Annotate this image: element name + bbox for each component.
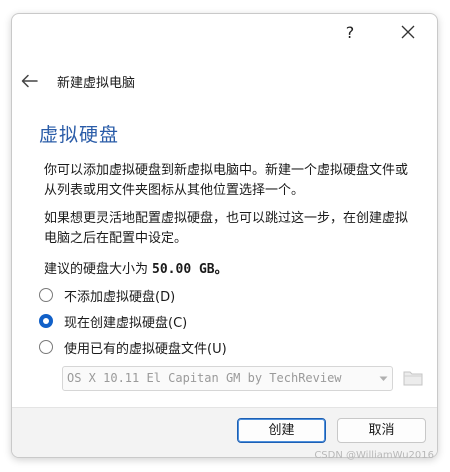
existing-disk-value: OS X 10.11 El Capitan GM by TechReview <box>67 371 342 385</box>
option-label: 不添加虚拟硬盘(D) <box>64 290 176 305</box>
suggested-size-value: 50.00 GB。 <box>152 262 228 277</box>
hint-text: 如果想更灵活地配置虚拟硬盘，也可以跳过这一步，在创建虚拟电脑之后在配置中设定。 <box>44 211 409 246</box>
wizard-title: 新建虚拟电脑 <box>57 76 136 91</box>
arrow-left-icon <box>21 74 38 88</box>
close-icon <box>401 25 415 39</box>
watermark: CSDN @WilliamWu2016 <box>314 450 434 461</box>
wizard-nav: 新建虚拟电脑 <box>12 66 437 96</box>
radio-button-checked[interactable] <box>39 314 53 328</box>
existing-disk-select[interactable]: OS X 10.11 El Capitan GM by TechReview <box>62 366 393 391</box>
chevron-down-icon <box>379 376 388 381</box>
radio-button[interactable] <box>39 340 53 354</box>
suggested-size-text: 建议的硬盘大小为 50.00 GB。 <box>44 258 228 277</box>
suggested-size-label: 建议的硬盘大小为 <box>44 262 149 277</box>
back-button[interactable] <box>20 72 40 90</box>
option-label: 使用已有的虚拟硬盘文件(U) <box>64 342 227 357</box>
create-button[interactable]: 创建 <box>237 418 326 443</box>
close-button[interactable] <box>394 20 422 46</box>
description-text: 你可以添加虚拟硬盘到新虚拟电脑中。新建一个虚拟硬盘文件或从列表或用文件夹图标从其… <box>44 163 409 198</box>
new-vm-dialog: ? 新建虚拟电脑 虚拟硬盘 你可以添加虚拟硬盘到新虚拟电脑中。新建一个虚拟硬盘文… <box>11 13 438 458</box>
cancel-button[interactable]: 取消 <box>337 418 426 443</box>
choose-disk-file-button[interactable] <box>402 366 424 391</box>
title-bar: ? <box>12 14 437 50</box>
option-label: 现在创建虚拟硬盘(C) <box>64 316 188 331</box>
option-existing-disk[interactable]: 使用已有的虚拟硬盘文件(U) <box>39 337 399 359</box>
folder-icon <box>403 371 423 386</box>
radio-button[interactable] <box>39 288 53 302</box>
option-no-disk[interactable]: 不添加虚拟硬盘(D) <box>39 285 399 307</box>
help-button[interactable]: ? <box>336 20 364 46</box>
page-title: 虚拟硬盘 <box>39 124 120 146</box>
option-create-disk[interactable]: 现在创建虚拟硬盘(C) <box>39 311 399 333</box>
